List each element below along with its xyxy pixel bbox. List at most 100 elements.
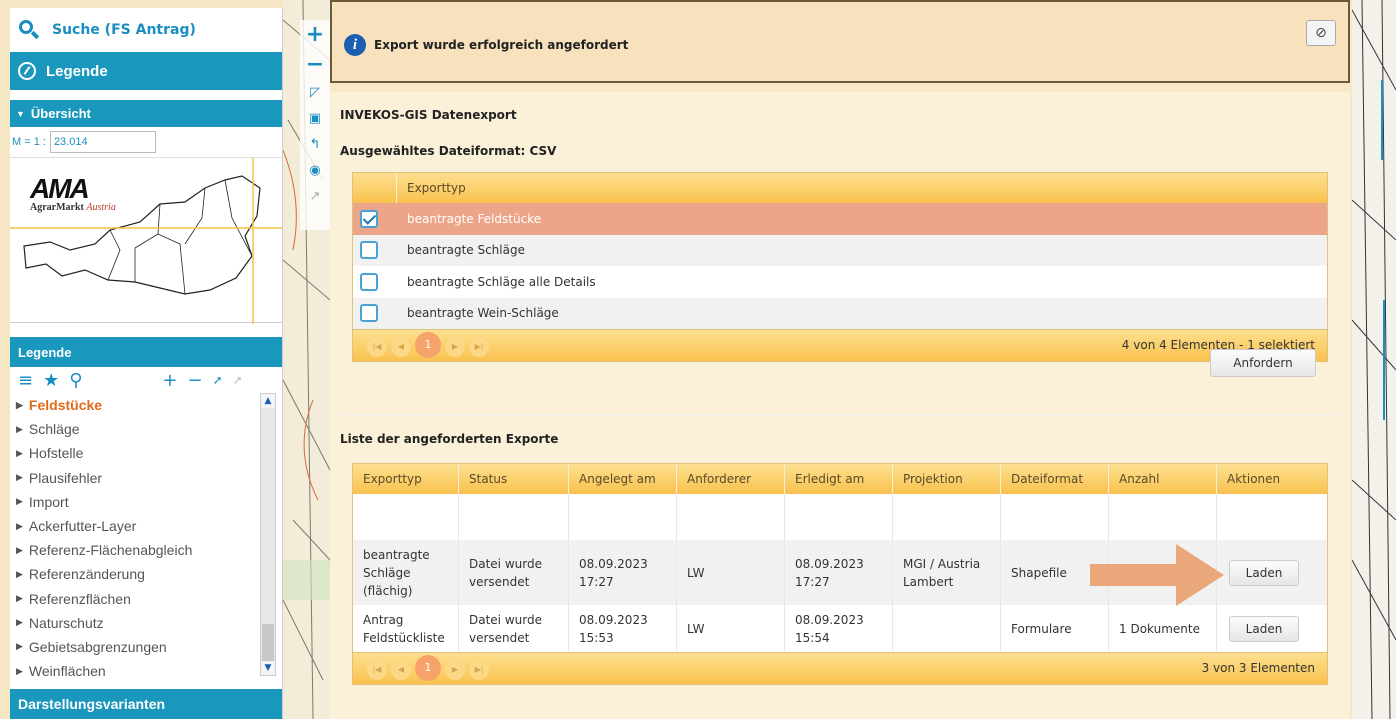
overview-label: Übersicht — [30, 106, 91, 121]
prev-page-icon[interactable]: ◀ — [391, 659, 411, 680]
column-header[interactable]: Aktionen — [1217, 464, 1327, 494]
scroll-down-icon[interactable]: ▼ — [261, 661, 275, 675]
legend-panel-toggle[interactable]: Legende — [10, 52, 282, 90]
cell-projection — [893, 605, 1001, 652]
list-title: Liste der angeforderten Exporte — [340, 432, 559, 446]
next-page-icon[interactable]: ▶ — [445, 336, 465, 357]
legend-item[interactable]: ▶ Naturschutz — [10, 611, 282, 635]
table-row[interactable]: Antrag Feldstückliste Datei wurde versen… — [353, 605, 1327, 652]
cell-format: Formulare — [1001, 605, 1109, 652]
pointer-icon[interactable]: ↗ — [300, 184, 330, 210]
eye-icon[interactable]: ◉ — [300, 158, 330, 184]
section-divider — [340, 414, 1340, 416]
pager: |◀ ◀ 1 ▶ ▶| — [367, 332, 493, 358]
row-checkbox[interactable] — [360, 304, 378, 323]
chevron-down-icon: ▼ — [16, 108, 25, 119]
search-panel-toggle[interactable]: Suche (FS Antrag) — [10, 8, 282, 52]
zoom-in-icon[interactable]: + — [300, 20, 330, 50]
first-page-icon[interactable]: |◀ — [367, 659, 387, 680]
scroll-up-icon[interactable]: ▲ — [261, 394, 275, 408]
column-header[interactable]: Projektion — [893, 464, 1001, 494]
next-page-icon[interactable]: ▶ — [445, 659, 465, 680]
row-label: beantragte Feldstücke — [407, 211, 542, 226]
first-page-icon[interactable]: |◀ — [367, 336, 387, 357]
map-background-right[interactable] — [1352, 0, 1396, 719]
legend-item[interactable]: ▶ Weinflächen — [10, 659, 282, 683]
column-header[interactable]: Status — [459, 464, 569, 494]
info-message-bar: i Export wurde erfolgreich angefordert ⊘ — [330, 0, 1350, 83]
scale-prefix: M = 1 : — [12, 136, 46, 148]
anfordern-button[interactable]: Anfordern — [1210, 349, 1316, 377]
minus-icon[interactable]: − — [188, 370, 203, 391]
laden-button[interactable]: Laden — [1229, 615, 1299, 642]
caret-right-icon: ▶ — [16, 641, 23, 652]
legend-scrollbar[interactable]: ▲ ▼ — [260, 393, 276, 676]
table-row[interactable]: beantragte Feldstücke — [353, 203, 1327, 235]
legend-item[interactable]: ▶ Referenz-Flächenabgleich — [10, 538, 282, 562]
scale-row: M = 1 : 23.014 — [10, 127, 282, 157]
legend-item[interactable]: ▶ Ackerfutter-Layer — [10, 514, 282, 538]
caret-right-icon: ▶ — [16, 423, 23, 434]
prev-page-icon[interactable]: ◀ — [391, 336, 411, 357]
grid-footer-info: 3 von 3 Elementen — [1201, 661, 1315, 675]
cell-completed: 08.09.2023 17:27 — [785, 540, 893, 605]
last-page-icon[interactable]: ▶| — [469, 336, 489, 357]
legend-item[interactable]: ▶ Gebietsabgrenzungen — [10, 635, 282, 659]
row-checkbox[interactable] — [360, 241, 378, 260]
cell-exporttyp: Antrag Feldstückliste — [353, 605, 459, 652]
column-header[interactable]: Angelegt am — [569, 464, 677, 494]
select-icon[interactable]: ◸ — [300, 80, 330, 106]
select-column-header[interactable] — [353, 173, 397, 203]
cell-completed: 08.09.2023 15:54 — [785, 605, 893, 652]
filter-icon[interactable]: ≡ — [18, 370, 33, 391]
exporttyp-header[interactable]: Exporttyp — [397, 173, 1327, 203]
table-row[interactable]: beantragte Wein-Schläge — [353, 297, 1327, 329]
info-message: Export wurde erfolgreich angefordert — [374, 38, 629, 52]
current-page[interactable]: 1 — [415, 332, 441, 358]
last-page-icon[interactable]: ▶| — [469, 659, 489, 680]
overview-panel-header[interactable]: ▼ Übersicht — [10, 100, 282, 127]
zoom-out-icon[interactable]: − — [300, 50, 330, 80]
back-icon[interactable]: ↰ — [300, 132, 330, 158]
hide-icon[interactable]: ➚ — [233, 373, 243, 387]
star-icon[interactable]: ★ — [43, 370, 59, 391]
visibility-icon[interactable]: ➚ — [213, 373, 223, 387]
layer-icon[interactable]: ▣ — [300, 106, 330, 132]
cell-requester: LW — [677, 605, 785, 652]
close-button[interactable]: ⊘ — [1306, 20, 1336, 46]
column-header[interactable]: Anforderer — [677, 464, 785, 494]
column-header[interactable]: Exporttyp — [353, 464, 459, 494]
overview-map[interactable]: AMA AgrarMarkt Austria — [10, 157, 282, 324]
display-variants-label: Darstellungsvarianten — [18, 696, 166, 712]
caret-right-icon: ▶ — [16, 472, 23, 483]
legend-item[interactable]: ▶ Import — [10, 490, 282, 514]
table-row[interactable]: beantragte Schläge — [353, 234, 1327, 266]
austria-outline — [10, 158, 282, 324]
column-header[interactable]: Dateiformat — [1001, 464, 1109, 494]
left-sidebar: Suche (FS Antrag) Legende ▼ Übersicht M … — [10, 8, 283, 719]
laden-button[interactable]: Laden — [1229, 559, 1299, 586]
table-row[interactable]: beantragte Schläge alle Details — [353, 266, 1327, 298]
display-variants-header[interactable]: Darstellungsvarianten — [10, 689, 282, 719]
caret-right-icon: ▶ — [16, 665, 23, 676]
scroll-thumb[interactable] — [262, 624, 274, 664]
column-header[interactable]: Erledigt am — [785, 464, 893, 494]
legend-item[interactable]: ▶ Plausifehler — [10, 466, 282, 490]
info-icon: i — [344, 34, 366, 56]
map-texture — [1352, 0, 1396, 719]
current-page[interactable]: 1 — [415, 655, 441, 681]
scale-input[interactable]: 23.014 — [49, 131, 156, 153]
legend-item[interactable]: ▶ Referenzänderung — [10, 562, 282, 586]
legend-item[interactable]: ▶ Feldstücke — [10, 393, 282, 417]
legend-item[interactable]: ▶ Referenzflächen — [10, 587, 282, 611]
legend-item[interactable]: ▶ Hofstelle — [10, 441, 282, 465]
add-icon[interactable]: + — [162, 370, 177, 391]
legend-item[interactable]: ▶ Schläge — [10, 417, 282, 441]
row-checkbox[interactable] — [360, 272, 378, 291]
row-label: beantragte Schläge — [407, 243, 525, 258]
row-checkbox[interactable] — [360, 209, 378, 228]
search-icon[interactable]: ⚲ — [69, 370, 82, 391]
section-title: INVEKOS-GIS Datenexport — [340, 108, 517, 122]
column-header[interactable]: Anzahl — [1109, 464, 1217, 494]
cell-requester: LW — [677, 540, 785, 605]
